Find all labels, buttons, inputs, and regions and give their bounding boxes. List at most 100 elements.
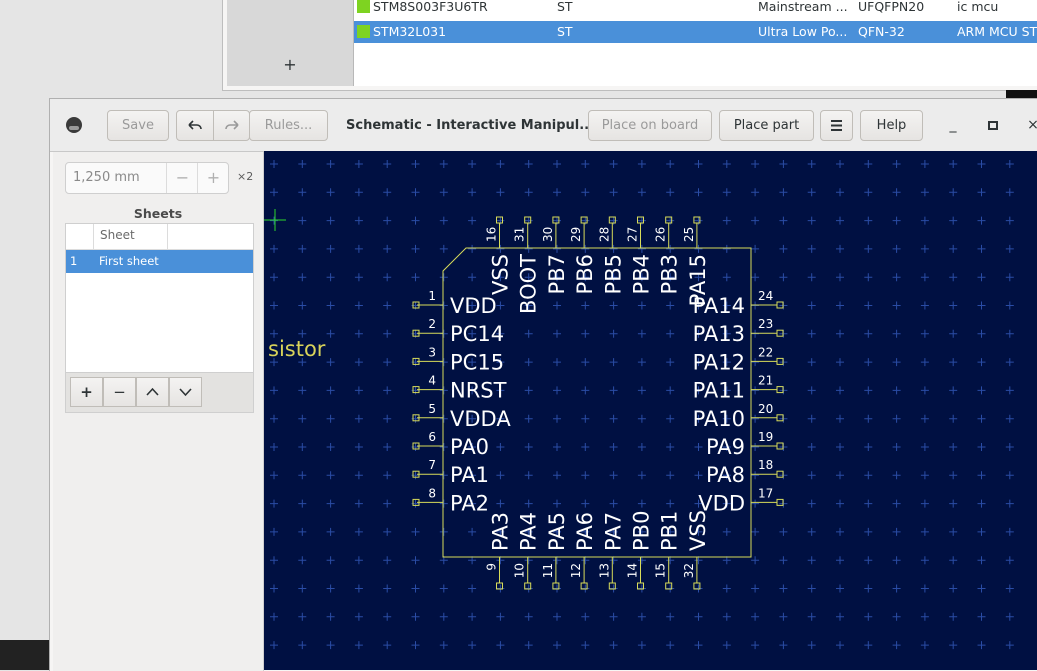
pin-number: 1 bbox=[428, 289, 436, 303]
pin-end bbox=[776, 442, 784, 450]
pin-name: PB6 bbox=[573, 254, 597, 294]
column-divider bbox=[93, 224, 94, 249]
pin-name: PA10 bbox=[693, 407, 745, 431]
pin-number: 21 bbox=[758, 374, 773, 388]
pin-end bbox=[608, 216, 616, 224]
pin-name: PA0 bbox=[450, 435, 489, 459]
pin-name: VDDA bbox=[450, 407, 511, 431]
hamburger-icon[interactable] bbox=[820, 110, 853, 141]
pin-name: PA9 bbox=[706, 435, 745, 459]
pin-number: 29 bbox=[569, 227, 583, 242]
pin-end bbox=[496, 216, 503, 224]
pin-name: PA1 bbox=[450, 463, 489, 487]
grid-decrease-button[interactable]: − bbox=[166, 163, 198, 193]
pin-number: 3 bbox=[428, 345, 436, 359]
desktop-background bbox=[0, 640, 50, 670]
pin-end bbox=[580, 216, 588, 224]
pin-name: PA13 bbox=[693, 322, 745, 346]
pin-number: 32 bbox=[682, 563, 696, 578]
schematic-drawing[interactable]: sistor 1 VDD 2 PC14 3 PC15 4 NRST 5 VDDA 6 PA0 7 PA1 8… bbox=[264, 151, 1037, 670]
pin-name: PC15 bbox=[450, 350, 504, 374]
undo-redo-group bbox=[176, 110, 250, 141]
place-on-board-button[interactable]: Place on board bbox=[588, 110, 712, 141]
grid-multiplier-button[interactable]: ×2 bbox=[237, 170, 253, 183]
pin-number: 15 bbox=[654, 563, 668, 578]
pin-name: PA3 bbox=[489, 512, 513, 551]
part-package: UFQFPN20 bbox=[858, 0, 925, 14]
cursor-crosshair bbox=[264, 209, 286, 231]
sheet-row[interactable]: 1 First sheet bbox=[66, 250, 253, 273]
part-manufacturer: ST bbox=[557, 0, 573, 14]
pin-name: PA5 bbox=[545, 512, 569, 551]
parts-browser-window: + STM8S003F3U6TR ST Mainstream ... UFQFP… bbox=[222, 0, 1037, 91]
pin-end bbox=[637, 216, 644, 224]
pin-number: 24 bbox=[758, 289, 773, 303]
pin-number: 14 bbox=[626, 563, 640, 578]
pin-number: 17 bbox=[758, 486, 773, 500]
grid bbox=[270, 160, 1014, 650]
part-mpn: STM8S003F3U6TR bbox=[373, 0, 488, 14]
pin-name: NRST bbox=[450, 379, 507, 403]
grid-value[interactable]: 1,250 mm bbox=[73, 163, 140, 193]
pin-end bbox=[776, 386, 784, 394]
close-button[interactable]: × bbox=[1019, 110, 1037, 141]
pin-name: PB1 bbox=[658, 511, 682, 551]
pin-name: PA6 bbox=[573, 512, 597, 551]
schematic-canvas[interactable]: sistor 1 VDD 2 PC14 3 PC15 4 NRST 5 VDDA 6 PA0 7 PA1 8… bbox=[264, 151, 1037, 670]
part-tags: ic mcu bbox=[957, 0, 999, 14]
app-icon[interactable] bbox=[66, 117, 82, 133]
pin-number: 10 bbox=[513, 563, 527, 578]
move-sheet-up-button[interactable] bbox=[136, 377, 169, 407]
header-bar: Save Rules... Schematic - Interactive Ma… bbox=[50, 99, 1037, 152]
pin-number: 5 bbox=[428, 402, 436, 416]
pin-name: VDD bbox=[450, 294, 497, 318]
sheets-list: Sheet 1 First sheet bbox=[65, 223, 254, 373]
redo-icon[interactable] bbox=[214, 111, 250, 140]
table-row-selected[interactable]: STM32L031 ST Ultra Low Po... QFN-32 ARM … bbox=[354, 21, 1037, 43]
pin-end bbox=[776, 329, 784, 337]
grid-crosses bbox=[270, 160, 1014, 650]
rules-button[interactable]: Rules... bbox=[249, 110, 328, 141]
move-sheet-down-button[interactable] bbox=[169, 377, 202, 407]
help-button[interactable]: Help bbox=[860, 110, 923, 141]
save-button[interactable]: Save bbox=[107, 110, 169, 141]
add-filter-button[interactable]: + bbox=[227, 55, 353, 74]
part-mpn: STM32L031 bbox=[373, 24, 447, 39]
column-divider bbox=[167, 224, 168, 249]
pin-name: PB7 bbox=[545, 254, 569, 294]
pin-name: PA15 bbox=[686, 254, 710, 306]
pin-name: VSS bbox=[489, 254, 513, 295]
pin-name: VSS bbox=[686, 510, 710, 551]
table-row[interactable]: STM8S003F3U6TR ST Mainstream ... UFQFPN2… bbox=[354, 0, 1037, 18]
pin-name: PA2 bbox=[450, 491, 489, 515]
place-part-button[interactable]: Place part bbox=[719, 110, 814, 141]
pin-end bbox=[552, 216, 560, 224]
part-description: Ultra Low Po... bbox=[758, 24, 848, 39]
pin-number: 9 bbox=[485, 563, 499, 571]
pin-number: 16 bbox=[485, 227, 499, 242]
pin-number: 18 bbox=[758, 458, 773, 472]
pin-number: 19 bbox=[758, 430, 773, 444]
sheet-column-header[interactable]: Sheet bbox=[100, 228, 135, 242]
pin-number: 11 bbox=[541, 563, 555, 578]
part-package: QFN-32 bbox=[858, 24, 905, 39]
pin-number: 30 bbox=[541, 227, 555, 242]
pin-name: PA4 bbox=[517, 512, 541, 551]
grid-spin-button[interactable]: 1,250 mm − + bbox=[65, 162, 229, 194]
status-swatch bbox=[357, 25, 370, 38]
parts-table: STM8S003F3U6TR ST Mainstream ... UFQFPN2… bbox=[354, 0, 1037, 86]
sheet-index: 1 bbox=[70, 254, 78, 268]
pin-number: 22 bbox=[758, 345, 773, 359]
pin-number: 4 bbox=[428, 374, 436, 388]
maximize-button[interactable] bbox=[979, 110, 1007, 141]
pin-name: PB5 bbox=[601, 254, 625, 294]
partial-label: sistor bbox=[268, 337, 326, 361]
pin-number: 31 bbox=[513, 227, 527, 242]
sheets-header: Sheet bbox=[66, 224, 253, 250]
undo-icon[interactable] bbox=[177, 111, 214, 140]
minimize-button[interactable]: _ bbox=[939, 110, 967, 141]
pin-number: 27 bbox=[626, 227, 640, 242]
add-sheet-button[interactable]: + bbox=[70, 377, 103, 407]
remove-sheet-button[interactable]: − bbox=[103, 377, 136, 407]
grid-increase-button[interactable]: + bbox=[197, 163, 229, 193]
